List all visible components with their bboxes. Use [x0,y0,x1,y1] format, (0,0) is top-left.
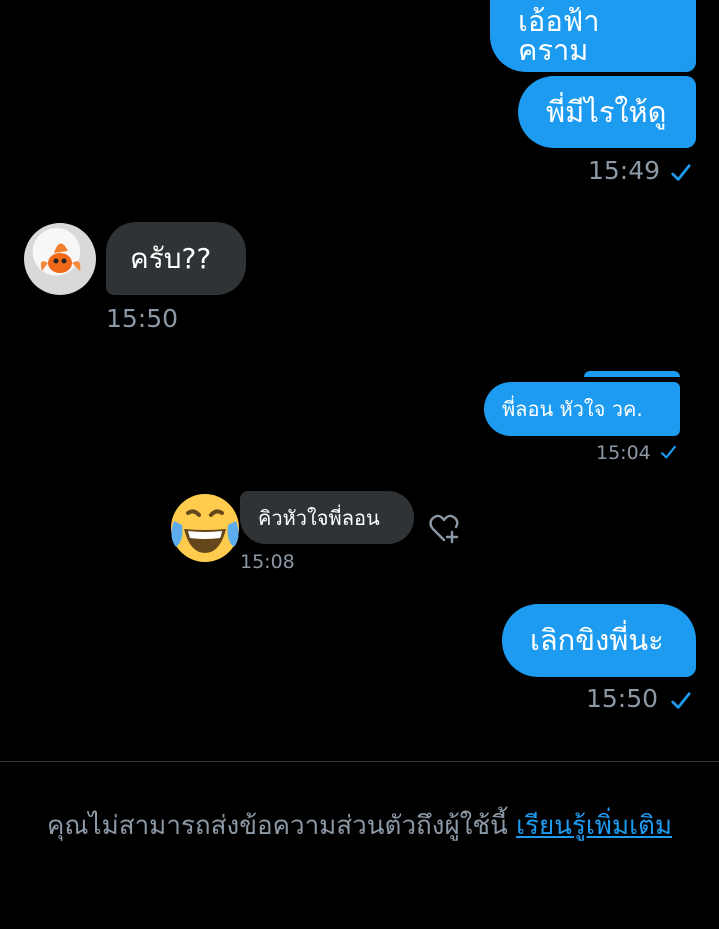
heart-plus-icon[interactable] [428,512,462,544]
laughing-tears-emoji [168,491,242,565]
message-timestamp: 15:49 [588,156,661,185]
shared-message-incoming: คิวหัวใจพี่ลอน [240,491,414,544]
divider [0,761,719,762]
avatar[interactable] [24,223,96,295]
shared-message-outgoing: พี่ลอน หัวใจ วค. [484,382,680,436]
dm-restriction-notice: คุณไม่สามารถส่งข้อความส่วนตัวถึงผู้ใช้นี… [20,800,699,852]
message-timestamp: 15:04 [596,442,651,464]
message-text: คิวหัวใจพี่ลอน [258,505,380,530]
learn-more-link[interactable]: เรียนรู้เพิ่มเติม [516,811,672,841]
message-bubble-outgoing[interactable]: พี่มีไรให้ดู [518,76,696,148]
message-timestamp: 15:50 [586,684,659,713]
goldfish-icon [40,243,81,273]
message-timestamp: 15:08 [240,551,295,573]
shared-screenshot-thumbnail[interactable] [584,371,680,377]
check-icon [661,445,676,459]
message-text: พี่ลอน หัวใจ วค. [502,397,643,421]
message-bubble-outgoing[interactable]: เอ้อฟ้าคราม [490,0,696,72]
check-icon [671,692,691,709]
message-bubble-outgoing[interactable]: เลิกขิงพี่นะ [502,604,696,677]
message-text: เอ้อฟ้าคราม [518,4,600,67]
notice-text: คุณไม่สามารถส่งข้อความส่วนตัวถึงผู้ใช้นี… [46,811,517,841]
message-timestamp: 15:50 [106,304,179,333]
message-text: พี่มีไรให้ดู [546,94,667,129]
message-text: ครับ?? [130,241,212,275]
message-bubble-incoming[interactable]: ครับ?? [106,222,246,295]
check-icon [671,164,691,181]
message-text: เลิกขิงพี่นะ [530,623,664,657]
